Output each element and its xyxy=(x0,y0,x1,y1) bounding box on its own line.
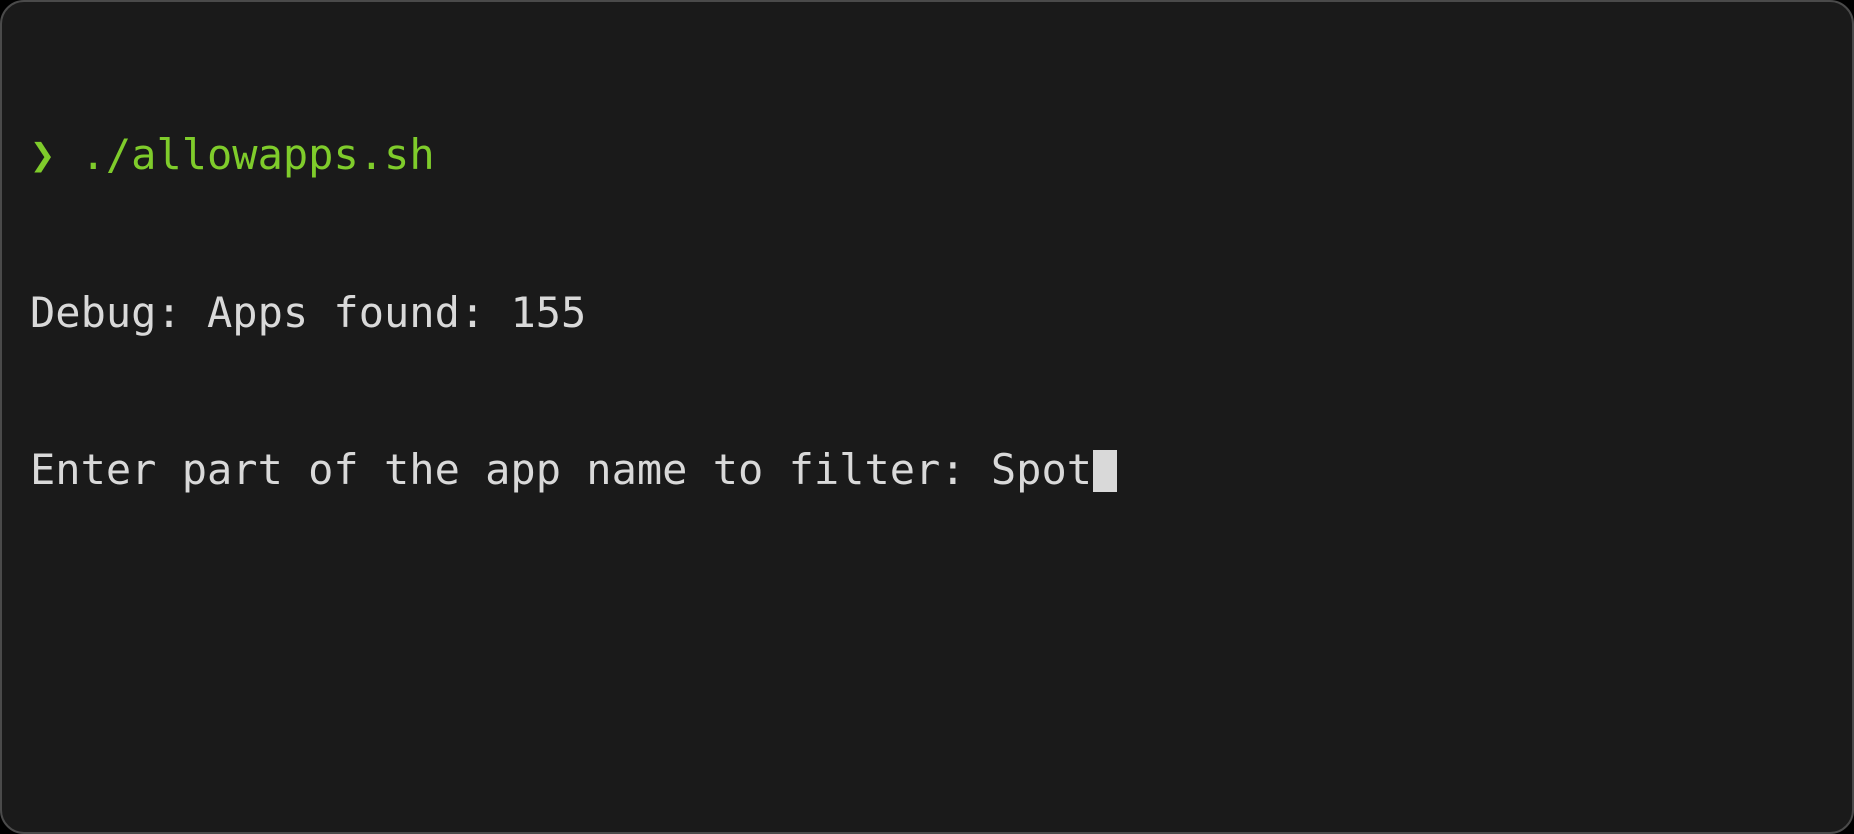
input-prompt-line[interactable]: Enter part of the app name to filter: Sp… xyxy=(30,444,1824,497)
prompt-symbol: ❯ xyxy=(30,130,55,179)
terminal-window[interactable]: ❯ ./allowapps.sh Debug: Apps found: 155 … xyxy=(0,0,1854,834)
entered-command: ./allowapps.sh xyxy=(81,130,435,179)
input-prompt-text: Enter part of the app name to filter: xyxy=(30,445,991,494)
debug-output-line: Debug: Apps found: 155 xyxy=(30,287,1824,340)
debug-label: Debug: Apps found: xyxy=(30,288,510,337)
cursor-icon xyxy=(1093,450,1117,492)
debug-count: 155 xyxy=(510,288,586,337)
user-typed-input[interactable]: Spot xyxy=(991,445,1092,494)
command-line: ❯ ./allowapps.sh xyxy=(30,129,1824,182)
